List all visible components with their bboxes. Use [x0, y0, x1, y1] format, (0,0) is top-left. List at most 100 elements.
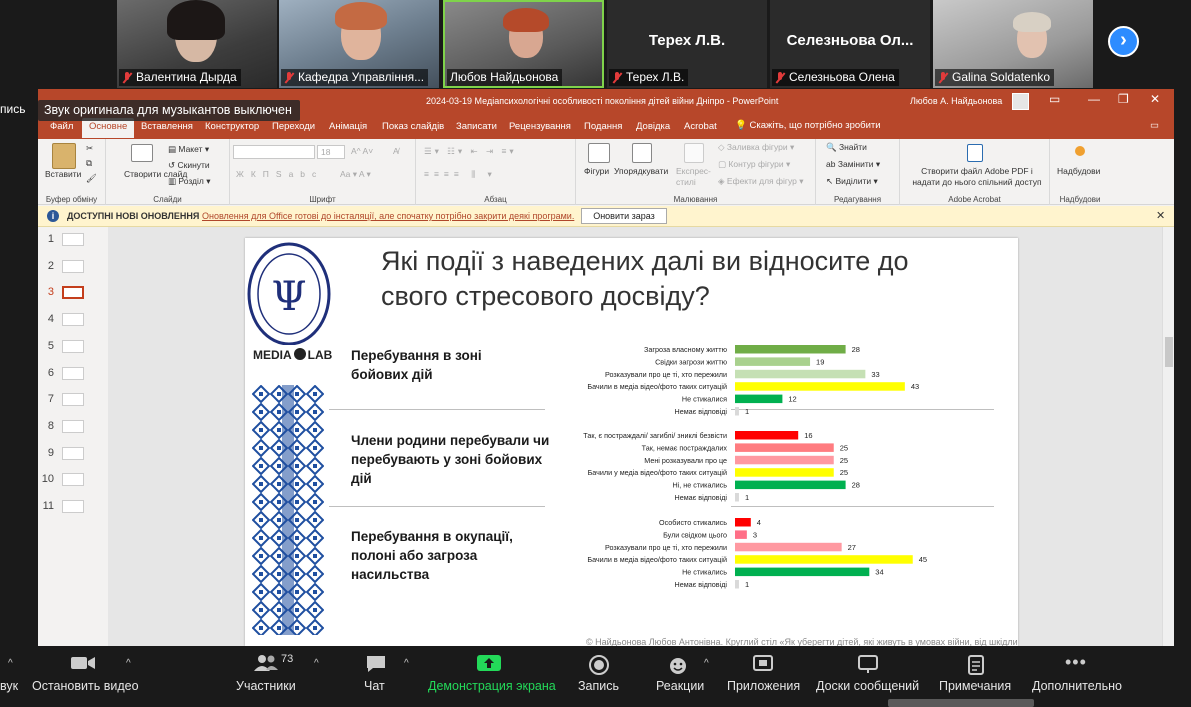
- tab-review[interactable]: Рецензування: [509, 121, 571, 132]
- whiteboards-button[interactable]: Доски сообщений: [814, 646, 922, 707]
- tab-animations[interactable]: Анімація: [329, 121, 367, 132]
- section-button[interactable]: ▥ Розділ ▾: [168, 176, 211, 187]
- stop-video-button[interactable]: ^ Остановить видео: [30, 646, 139, 707]
- paste-button[interactable]: Вставити: [45, 169, 81, 179]
- participants-button[interactable]: 73 ^ Участники: [232, 646, 322, 707]
- slide-thumbnail[interactable]: 5: [38, 338, 108, 358]
- record-button[interactable]: Запись: [574, 646, 626, 707]
- tab-view[interactable]: Подання: [584, 121, 622, 132]
- slide-thumbnail-image[interactable]: [62, 473, 84, 487]
- align-icons[interactable]: ≡≡≡≡ ⫼ ▾: [424, 169, 497, 180]
- participant-tile[interactable]: Терех Л.В. Терех Л.В.: [607, 0, 767, 88]
- close-icon[interactable]: ✕: [1156, 209, 1165, 222]
- notes-button[interactable]: Примечания: [938, 646, 1014, 707]
- tell-me-search[interactable]: 💡 Скажіть, що потрібно зробити: [735, 120, 881, 131]
- participant-tile[interactable]: Валентина Дырда: [117, 0, 277, 88]
- create-pdf-button[interactable]: Створити файл Adobe PDF і надати до ньог…: [908, 166, 1046, 188]
- chevron-up-icon[interactable]: ^: [704, 658, 709, 669]
- slide-thumbnail[interactable]: 10: [38, 471, 108, 491]
- shapes-icon[interactable]: [588, 143, 610, 163]
- cut-icon[interactable]: ✂: [86, 143, 93, 154]
- font-color-icon[interactable]: Aa ▾ A ▾: [340, 169, 371, 180]
- quick-styles-button[interactable]: Експрес-стилі: [676, 166, 716, 188]
- apps-button[interactable]: Приложения: [726, 646, 804, 707]
- tab-design[interactable]: Конструктор: [205, 121, 259, 132]
- quick-styles-icon[interactable]: [684, 143, 704, 163]
- comments-icon[interactable]: ▭: [1150, 120, 1159, 131]
- chevron-up-icon[interactable]: ^: [126, 658, 131, 669]
- slide-thumbnail[interactable]: 7: [38, 391, 108, 411]
- minimize-icon[interactable]: —: [1088, 92, 1100, 106]
- tab-home[interactable]: Основне: [82, 118, 135, 138]
- more-button[interactable]: ••• Дополнительно: [1030, 646, 1126, 707]
- slide-thumbnail-image[interactable]: [62, 259, 84, 273]
- reactions-button[interactable]: ^ Реакции: [654, 646, 716, 707]
- slide-thumbnail-image[interactable]: [62, 366, 84, 380]
- slide-thumbnail[interactable]: 8: [38, 418, 108, 438]
- format-painter-icon[interactable]: 🖌: [86, 173, 97, 184]
- tab-slideshow[interactable]: Показ слайдів: [382, 121, 444, 132]
- slide-thumbnail-image[interactable]: [62, 286, 84, 300]
- paste-icon[interactable]: [52, 143, 76, 169]
- reset-button[interactable]: ↺ Скинути: [168, 160, 210, 171]
- update-now-button[interactable]: Оновити зараз: [581, 208, 667, 224]
- avatar[interactable]: [1012, 93, 1029, 110]
- shapes-button[interactable]: Фігури: [584, 166, 609, 176]
- font-grow-icon[interactable]: A^ A˅: [351, 146, 373, 156]
- tab-help[interactable]: Довідка: [636, 121, 670, 132]
- slide-thumbnail-image[interactable]: [62, 339, 84, 353]
- participant-tile[interactable]: Кафедра Управління...: [279, 0, 439, 88]
- next-page-arrow-icon[interactable]: ›: [1108, 26, 1139, 57]
- slide-thumbnail[interactable]: 9: [38, 445, 108, 465]
- tab-file[interactable]: Файл: [50, 121, 73, 132]
- maximize-icon[interactable]: ❐: [1118, 92, 1129, 106]
- layout-button[interactable]: ▤ Макет ▾: [168, 144, 209, 155]
- arrange-button[interactable]: Упорядкувати: [614, 166, 668, 176]
- new-slide-icon[interactable]: [131, 144, 153, 162]
- slide-thumbnail-image[interactable]: [62, 419, 84, 433]
- arrange-icon[interactable]: [632, 143, 652, 163]
- ribbon-display-icon[interactable]: ▭: [1049, 92, 1060, 106]
- tab-transitions[interactable]: Переходи: [272, 121, 315, 132]
- slide-thumbnail[interactable]: 2: [38, 258, 108, 278]
- copy-icon[interactable]: ⧉: [86, 158, 92, 169]
- slide-thumbnail-image[interactable]: [62, 393, 84, 407]
- participant-tile[interactable]: Селезньова Ол... Селезньова Олена: [770, 0, 930, 88]
- select-button[interactable]: ↖ Виділити ▾: [826, 176, 878, 187]
- chat-button[interactable]: ^ Чат: [356, 646, 416, 707]
- chevron-up-icon[interactable]: ^: [314, 658, 319, 669]
- tab-acrobat[interactable]: Acrobat: [684, 121, 717, 132]
- shape-effects-button[interactable]: ◈ Ефекти для фігур ▾: [718, 176, 804, 187]
- scrollbar-thumb[interactable]: [1165, 337, 1173, 367]
- tab-insert[interactable]: Вставлення: [141, 121, 193, 132]
- participant-tile[interactable]: Galina Soldatenko: [933, 0, 1093, 88]
- slide-thumbnail-image[interactable]: [62, 500, 84, 513]
- participant-tile-active-speaker[interactable]: Любов Найдьонова: [443, 0, 604, 88]
- audio-button[interactable]: ^ вук: [0, 646, 26, 707]
- close-icon[interactable]: ✕: [1150, 92, 1160, 106]
- shape-outline-button[interactable]: ▢ Контур фігури ▾: [718, 159, 790, 170]
- slide-thumbnail-image[interactable]: [62, 446, 84, 460]
- font-size-input[interactable]: 18: [317, 145, 345, 159]
- find-button[interactable]: 🔍 Знайти: [826, 142, 867, 153]
- list-icons[interactable]: ☰▾ ☷▾ ⇤ ⇥ ≡▾: [424, 146, 517, 157]
- font-name-input[interactable]: [233, 145, 315, 159]
- account-name[interactable]: Любов А. Найдьонова: [910, 96, 1002, 106]
- tab-record[interactable]: Записати: [456, 121, 497, 132]
- slide[interactable]: Ψ MEDIA LAB Які події з наведених далі ви…: [245, 238, 1018, 646]
- font-style-buttons[interactable]: ЖКПSabc: [236, 169, 323, 179]
- horizontal-scrollbar-thumb[interactable]: [888, 699, 1034, 707]
- slide-thumbnail[interactable]: 3: [38, 284, 108, 304]
- replace-button[interactable]: ab Замінити ▾: [826, 159, 880, 170]
- vertical-scrollbar[interactable]: [1162, 227, 1174, 646]
- shape-fill-button[interactable]: ◇ Заливка фігури ▾: [718, 142, 794, 153]
- chevron-up-icon[interactable]: ^: [8, 658, 13, 669]
- slide-thumbnail[interactable]: 11: [38, 498, 108, 518]
- slide-thumbnail[interactable]: 1: [38, 231, 108, 251]
- chevron-up-icon[interactable]: ^: [404, 658, 409, 669]
- slide-thumbnail-image[interactable]: [62, 233, 84, 246]
- addins-icon[interactable]: [1075, 146, 1085, 156]
- clear-format-icon[interactable]: A̸: [393, 146, 399, 156]
- update-message-link[interactable]: Оновлення для Office готові до інсталяці…: [202, 211, 574, 221]
- addins-button[interactable]: Надбудови: [1057, 166, 1100, 176]
